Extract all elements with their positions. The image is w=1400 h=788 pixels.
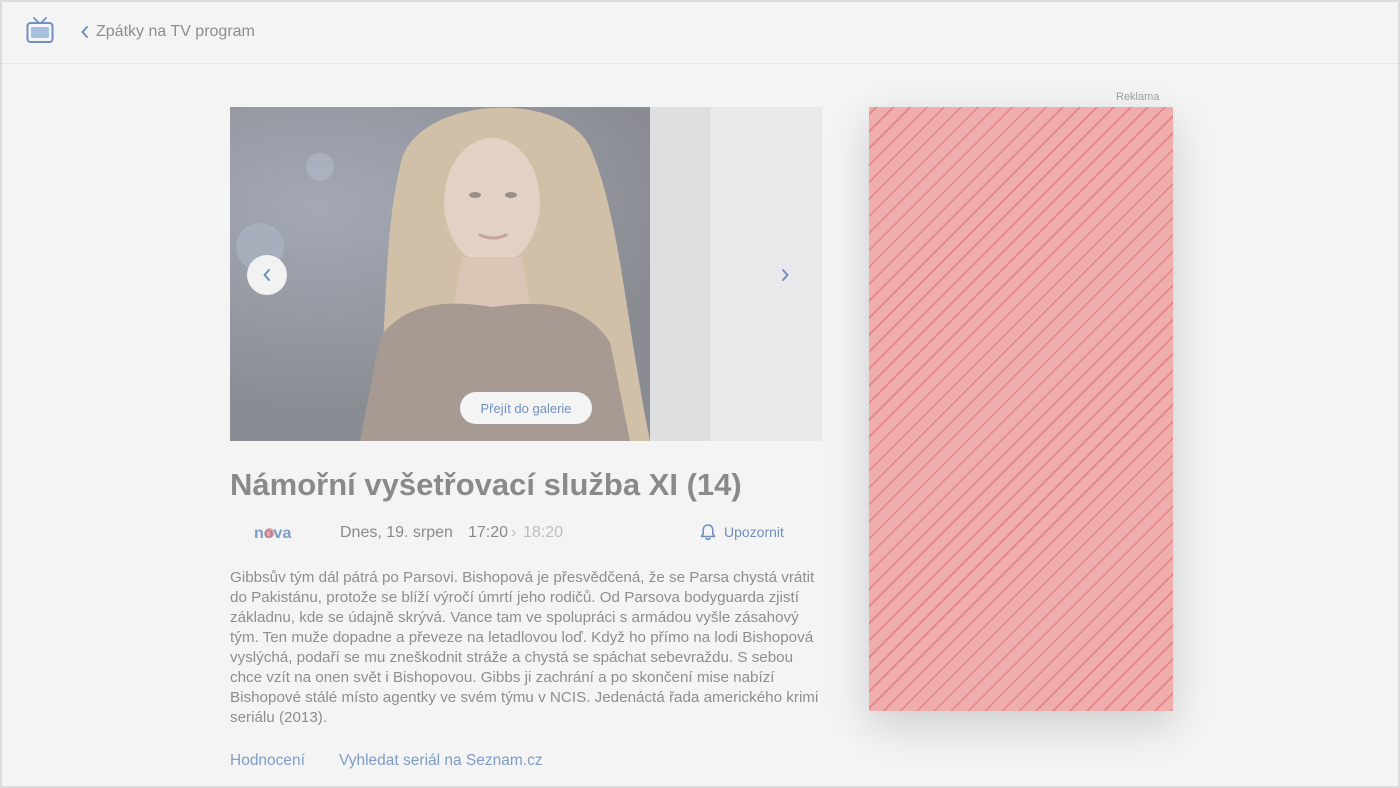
advertisement-placeholder[interactable] — [869, 107, 1173, 711]
carousel-next-button[interactable] — [765, 255, 805, 295]
back-link-label: Zpátky na TV program — [96, 23, 255, 40]
image-carousel: Přejít do galerie — [230, 107, 822, 441]
back-to-tv-program-link[interactable]: Zpátky na TV program — [80, 22, 255, 42]
broadcast-info: nova Dnes, 19. srpen 17:20 › 18:20 Upozo… — [230, 520, 822, 546]
chevron-left-icon — [81, 26, 88, 38]
tv-icon[interactable] — [26, 16, 54, 44]
broadcast-date: Dnes, 19. srpen — [340, 524, 453, 541]
carousel-prev-button[interactable] — [247, 255, 287, 295]
search-series-link[interactable]: Vyhledat seriál na Seznam.cz — [339, 752, 543, 770]
chevron-left-icon — [263, 269, 270, 281]
open-gallery-button[interactable]: Přejít do galerie — [460, 392, 592, 424]
channel-logo: nova — [254, 525, 291, 542]
chevron-right-icon — [782, 269, 789, 281]
program-links: Hodnocení Vyhledat seriál na Seznam.cz — [230, 752, 543, 770]
time-separator: › — [511, 524, 517, 541]
start-time: 17:20 — [468, 524, 509, 541]
notify-label: Upozornit — [724, 524, 784, 540]
notify-button[interactable]: Upozornit — [700, 523, 784, 541]
bell-icon — [700, 524, 716, 541]
rating-link[interactable]: Hodnocení — [230, 752, 305, 770]
end-time: 18:20 — [523, 524, 564, 541]
top-bar: Zpátky na TV program — [0, 0, 1400, 64]
ad-label: Reklama — [1116, 91, 1160, 103]
program-description: Gibbsův tým dál pátrá po Parsovi. Bishop… — [230, 569, 819, 726]
program-title: Námořní vyšetřovací služba XI (14) — [230, 467, 742, 502]
